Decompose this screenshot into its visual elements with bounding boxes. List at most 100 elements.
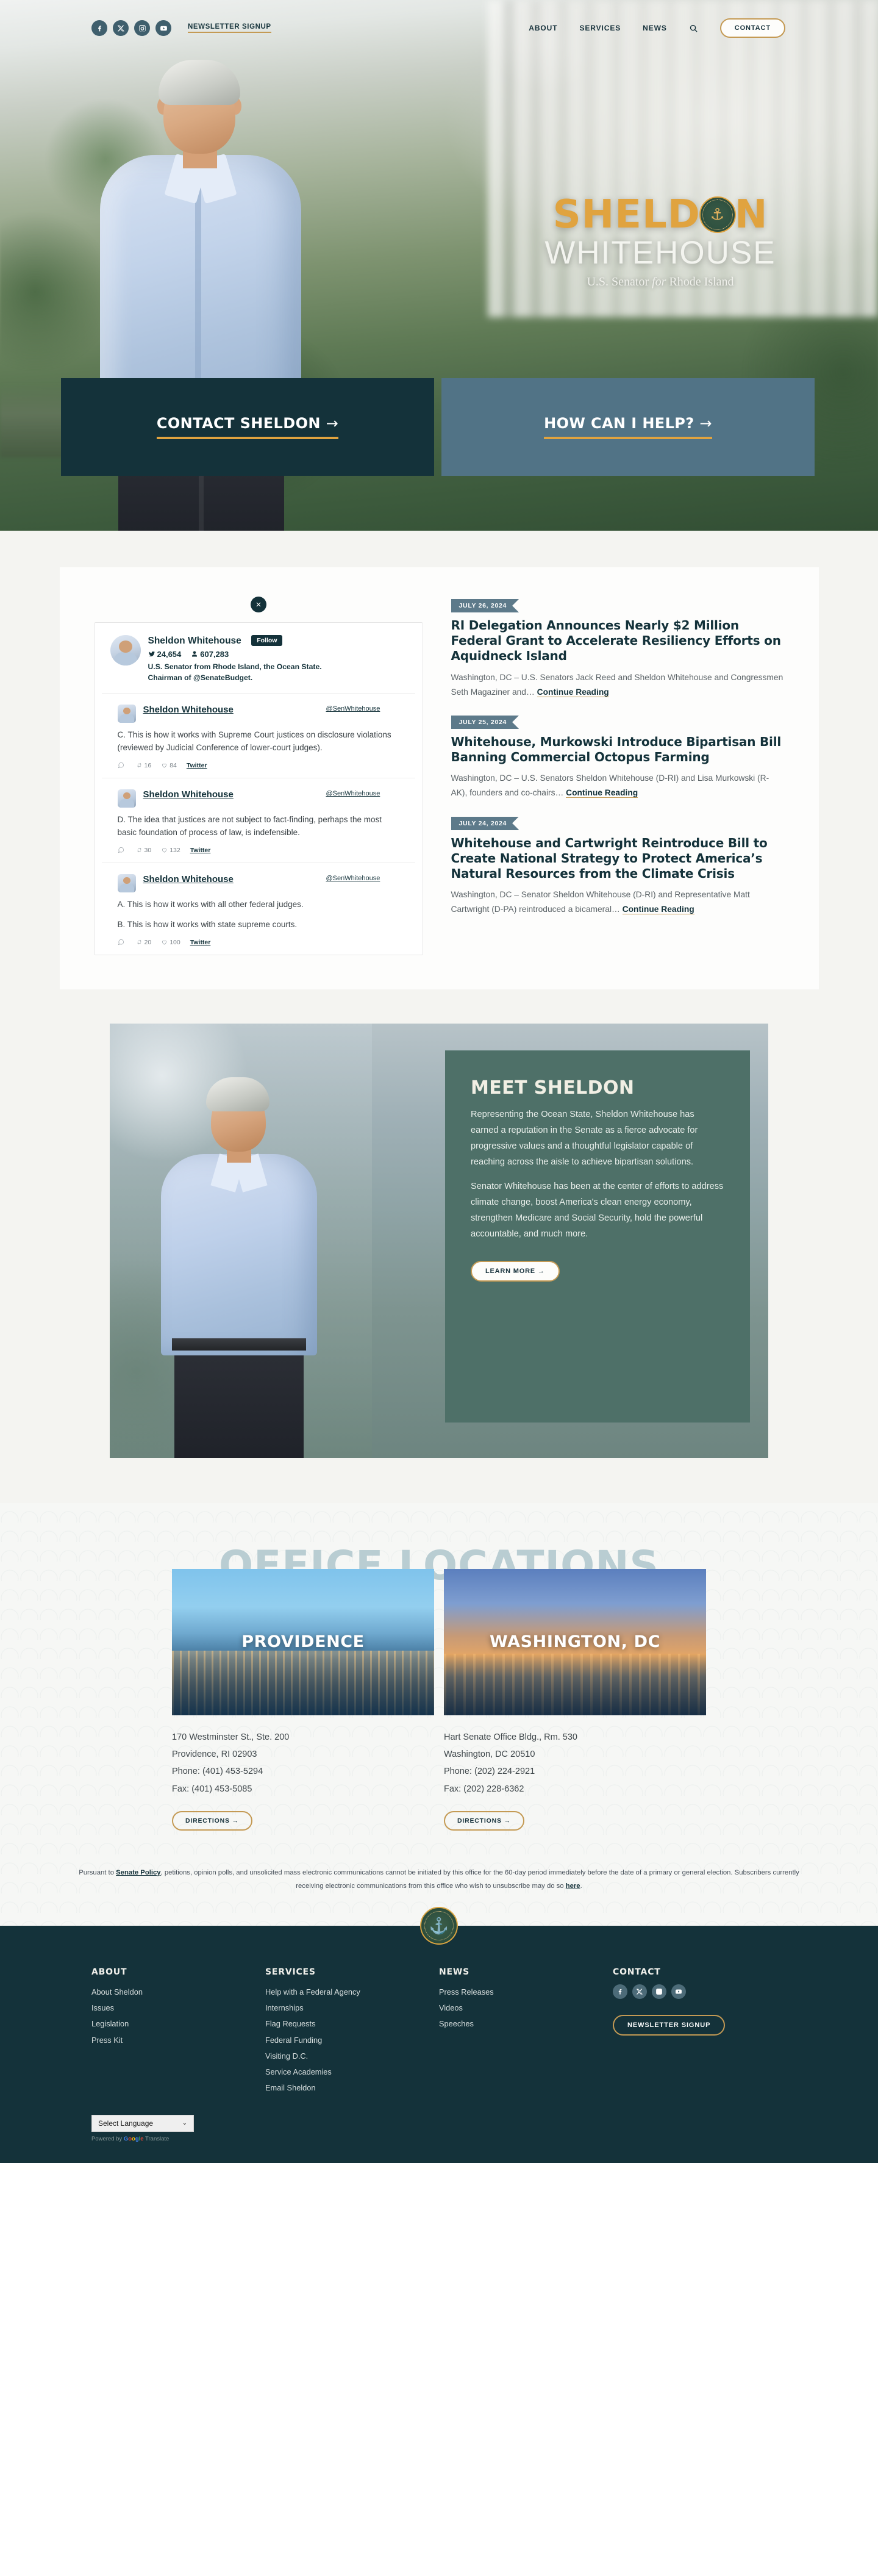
- learn-more-button[interactable]: LEARN MORE →: [471, 1260, 560, 1282]
- tweet-item[interactable]: Sheldon Whitehouse @SenWhitehouse A. Thi…: [101, 863, 415, 955]
- youtube-icon[interactable]: [671, 1984, 686, 1999]
- tweet-author[interactable]: Sheldon Whitehouse: [143, 705, 241, 716]
- news-title[interactable]: Whitehouse, Murkowski Introduce Bipartis…: [451, 734, 785, 765]
- google-logo: Google: [123, 2135, 144, 2142]
- tweet-item[interactable]: Sheldon Whitehouse @SenWhitehouse D. The…: [101, 778, 415, 863]
- footer-link-federal-funding[interactable]: Federal Funding: [265, 2032, 439, 2048]
- instagram-icon[interactable]: [652, 1984, 666, 1999]
- contact-sheldon-cta[interactable]: CONTACT SHELDON →: [61, 378, 434, 476]
- footer-link-label[interactable]: Email Sheldon: [265, 2083, 316, 2092]
- reply-icon[interactable]: [118, 847, 126, 854]
- footer-link-label[interactable]: About Sheldon: [91, 1987, 143, 1997]
- footer-link-speeches[interactable]: Speeches: [439, 2016, 613, 2032]
- reply-icon[interactable]: [118, 939, 126, 946]
- footer-link-label[interactable]: Federal Funding: [265, 2036, 322, 2045]
- footer-column-news: NEWS Press Releases Videos Speeches: [439, 1967, 613, 2097]
- instagram-icon[interactable]: [134, 20, 150, 36]
- tweet-source-link[interactable]: Twitter: [190, 939, 211, 946]
- footer-link-label[interactable]: Press Kit: [91, 2036, 123, 2045]
- footer-link-service-academies[interactable]: Service Academies: [265, 2064, 439, 2080]
- nav-item-services[interactable]: SERVICES: [579, 24, 621, 32]
- tagline-em: for: [652, 275, 666, 289]
- footer-link-about-sheldon[interactable]: About Sheldon: [91, 1984, 265, 2000]
- tweet-author[interactable]: Sheldon Whitehouse: [143, 789, 241, 801]
- youtube-icon[interactable]: [155, 20, 171, 36]
- footer-link-legislation[interactable]: Legislation: [91, 2016, 265, 2032]
- follow-button[interactable]: Follow: [251, 635, 283, 646]
- retweet-count[interactable]: 30: [136, 847, 151, 854]
- reply-icon[interactable]: [118, 762, 126, 769]
- footer-link-label[interactable]: Press Releases: [439, 1987, 494, 1997]
- footer-link-videos[interactable]: Videos: [439, 2000, 613, 2016]
- main-navigation: ABOUT SERVICES NEWS CONTACT: [529, 18, 785, 38]
- how-can-i-help-cta[interactable]: HOW CAN I HELP? →: [441, 378, 815, 476]
- search-icon[interactable]: [689, 24, 698, 33]
- footer-link-visiting-dc[interactable]: Visiting D.C.: [265, 2048, 439, 2064]
- retweet-count[interactable]: 16: [136, 762, 151, 769]
- tweet-handle[interactable]: @SenWhitehouse: [326, 874, 399, 883]
- footer-link-label[interactable]: Visiting D.C.: [265, 2051, 308, 2061]
- avatar: [117, 874, 136, 893]
- nav-item-about[interactable]: ABOUT: [529, 24, 557, 32]
- continue-reading-link[interactable]: Continue Reading: [622, 905, 694, 915]
- unsubscribe-link[interactable]: here: [566, 1882, 580, 1890]
- logo-tagline: U.S. Senator for Rhode Island: [499, 275, 822, 289]
- newsletter-signup-link[interactable]: NEWSLETTER SIGNUP: [188, 23, 271, 33]
- like-count[interactable]: 84: [161, 762, 177, 769]
- footer-link-issues[interactable]: Issues: [91, 2000, 265, 2016]
- tweet-source-link[interactable]: Twitter: [187, 762, 207, 769]
- like-count[interactable]: 132: [161, 847, 180, 854]
- disclaimer-post: .: [580, 1882, 582, 1890]
- news-title[interactable]: RI Delegation Announces Nearly $2 Millio…: [451, 618, 785, 664]
- continue-reading-link[interactable]: Continue Reading: [537, 687, 609, 697]
- senate-policy-link[interactable]: Senate Policy: [116, 1869, 160, 1876]
- x-twitter-icon[interactable]: [113, 20, 129, 36]
- tweet-source-link[interactable]: Twitter: [190, 847, 211, 854]
- footer-link-press-releases[interactable]: Press Releases: [439, 1984, 613, 2000]
- logo-sheldon-wordmark: SHELD N: [499, 195, 822, 234]
- footer-link-email-sheldon[interactable]: Email Sheldon: [265, 2080, 439, 2096]
- news-item: JULY 24, 2024 Whitehouse and Cartwright …: [451, 816, 785, 917]
- follower-count: 607,283: [191, 650, 229, 659]
- footer-link-label[interactable]: Legislation: [91, 2019, 129, 2028]
- footer-link-flag-requests[interactable]: Flag Requests: [265, 2016, 439, 2032]
- footer-link-press-kit[interactable]: Press Kit: [91, 2032, 265, 2048]
- footer-link-label[interactable]: Speeches: [439, 2019, 474, 2028]
- directions-button[interactable]: DIRECTIONS →: [444, 1810, 524, 1831]
- continue-reading-link[interactable]: Continue Reading: [566, 788, 638, 798]
- language-selector[interactable]: Select Language ⌄: [91, 2114, 194, 2132]
- footer-link-label[interactable]: Help with a Federal Agency: [265, 1987, 360, 1997]
- washington-dc-skyline-image: WASHINGTON, DC: [444, 1568, 706, 1715]
- close-icon[interactable]: [250, 597, 266, 612]
- footer-link-federal-agency[interactable]: Help with a Federal Agency: [265, 1984, 439, 2000]
- office-name: PROVIDENCE: [241, 1632, 365, 1652]
- x-twitter-icon[interactable]: [632, 1984, 647, 1999]
- contact-button[interactable]: CONTACT: [719, 18, 785, 38]
- footer-link-label[interactable]: Flag Requests: [265, 2019, 316, 2028]
- office-address-line-2: Providence, RI 02903: [172, 1749, 257, 1760]
- nav-item-news[interactable]: NEWS: [643, 24, 667, 32]
- directions-button[interactable]: DIRECTIONS →: [172, 1810, 252, 1831]
- tweet-metrics: 16 84 Twitter: [118, 762, 399, 769]
- footer-link-label[interactable]: Service Academies: [265, 2067, 332, 2076]
- meet-sheldon-card: MEET SHELDON Representing the Ocean Stat…: [445, 1050, 750, 1423]
- logo-text-last: N: [734, 192, 768, 237]
- like-count[interactable]: 100: [161, 939, 180, 946]
- tweet-handle[interactable]: @SenWhitehouse: [326, 705, 399, 714]
- retweet-count[interactable]: 20: [136, 939, 151, 946]
- twitter-widget: Sheldon Whitehouse Follow 24,654 607,283…: [93, 622, 423, 955]
- language-selector-label: Select Language: [98, 2119, 154, 2128]
- news-title[interactable]: Whitehouse and Cartwright Reintroduce Bi…: [451, 836, 785, 882]
- footer-link-label[interactable]: Internships: [265, 2003, 304, 2012]
- hero-section: NEWSLETTER SIGNUP ABOUT SERVICES NEWS CO…: [0, 0, 878, 531]
- tweet-item[interactable]: Sheldon Whitehouse @SenWhitehouse C. Thi…: [101, 693, 415, 778]
- tweet-author[interactable]: Sheldon Whitehouse: [143, 874, 241, 886]
- footer-newsletter-signup-button[interactable]: NEWSLETTER SIGNUP: [613, 2015, 726, 2036]
- footer-link-internships[interactable]: Internships: [265, 2000, 439, 2016]
- tweet-handle[interactable]: @SenWhitehouse: [326, 789, 399, 798]
- top-bar: NEWSLETTER SIGNUP ABOUT SERVICES NEWS CO…: [0, 0, 878, 56]
- footer-link-label[interactable]: Videos: [439, 2003, 463, 2012]
- facebook-icon[interactable]: [613, 1984, 627, 1999]
- facebook-icon[interactable]: [91, 20, 107, 36]
- footer-link-label[interactable]: Issues: [91, 2003, 114, 2012]
